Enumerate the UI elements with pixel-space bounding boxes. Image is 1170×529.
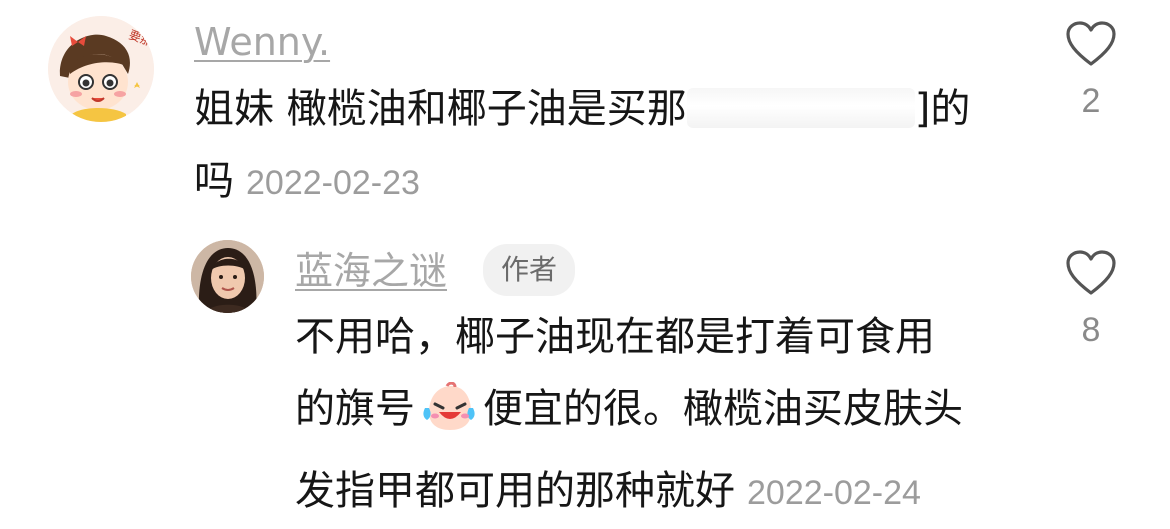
timestamp: 2022-02-23: [246, 164, 420, 202]
comment-text: 不用哈，椰子油现在都是打着可食用 的旗号 便宜的很。橄榄油买皮肤头 发指甲都可用…: [295, 301, 1035, 529]
comment-text: 姐妹 橄榄油和椰子油是买那 ]的 吗 2022-02-23: [194, 73, 1014, 219]
comment-text-part: 发指甲都可用的那种就好: [295, 468, 735, 514]
username[interactable]: 蓝海之谜: [295, 247, 447, 295]
like-button[interactable]: 8: [1061, 249, 1121, 350]
comment-text-part: 姐妹 橄榄油和椰子油是买那: [194, 86, 687, 132]
comment-text-part: 的旗号: [295, 386, 415, 432]
redacted-text-blur: [686, 88, 915, 128]
comment-text-part: ]的: [914, 86, 971, 132]
cartoon-girl-avatar-icon: 要那个: [48, 16, 154, 122]
like-count: 8: [1081, 311, 1101, 349]
username[interactable]: Wenny.: [194, 18, 330, 66]
woman-photo-avatar-icon: [191, 240, 264, 313]
heart-outline-icon: [1066, 250, 1116, 295]
comment-text-part: 不用哈，椰子油现在都是打着可食用: [295, 314, 935, 360]
like-button[interactable]: 2: [1061, 20, 1121, 121]
avatar[interactable]: [191, 240, 264, 313]
like-count: 2: [1081, 82, 1101, 120]
crying-laughing-emoji-icon: [421, 381, 477, 455]
comment-text-part: 便宜的很。橄榄油买皮肤头: [483, 386, 963, 432]
comment-text-part: 吗: [194, 158, 234, 204]
author-badge: 作者: [483, 244, 576, 296]
timestamp: 2022-02-24: [747, 474, 921, 512]
heart-outline-icon: [1066, 21, 1116, 66]
avatar[interactable]: 要那个: [48, 16, 154, 122]
